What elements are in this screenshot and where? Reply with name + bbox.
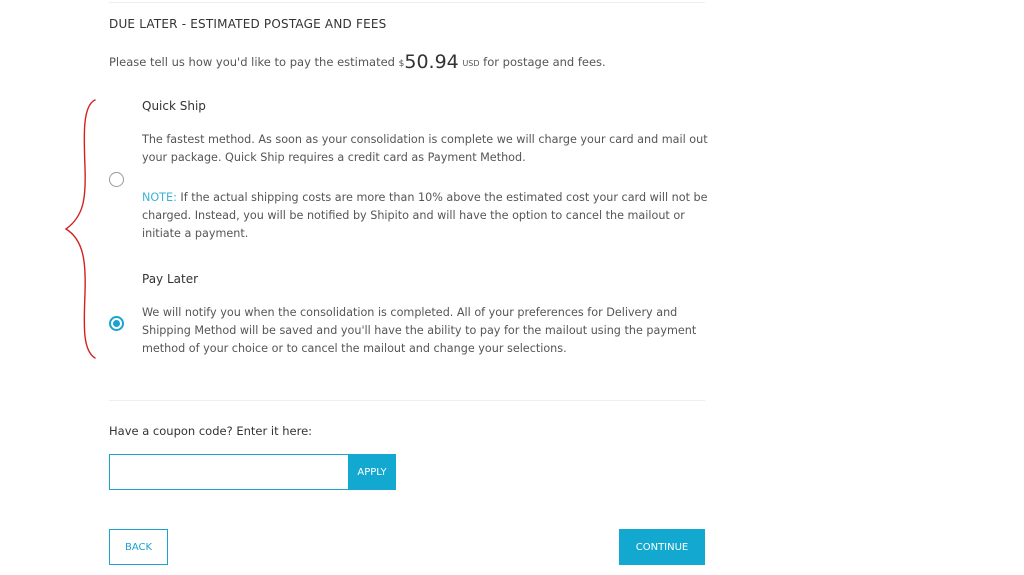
apply-coupon-button[interactable]: APPLY <box>348 454 396 490</box>
pay-later-description: We will notify you when the consolidatio… <box>142 306 697 355</box>
top-divider <box>109 2 705 3</box>
coupon-label: Have a coupon code? Enter it here: <box>109 424 313 438</box>
coupon-input[interactable] <box>109 454 349 490</box>
estimated-amount: 50.94 <box>404 51 459 73</box>
pay-later-title: Pay Later <box>142 272 199 286</box>
estimate-text-after: for postage and fees. <box>479 55 606 69</box>
quick-ship-description: The fastest method. As soon as your cons… <box>142 133 708 164</box>
curly-brace-annotation <box>64 99 96 359</box>
quick-ship-title: Quick Ship <box>142 99 206 113</box>
estimate-text: Please tell us how you'd like to pay the… <box>109 51 606 73</box>
continue-button[interactable]: CONTINUE <box>619 529 705 565</box>
estimate-text-before: Please tell us how you'd like to pay the… <box>109 55 399 69</box>
currency-code: USD <box>462 59 480 68</box>
pay-later-radio[interactable] <box>109 316 124 331</box>
back-button[interactable]: BACK <box>109 529 168 565</box>
section-divider <box>109 400 705 401</box>
note-text: If the actual shipping costs are more th… <box>142 191 708 240</box>
section-title: DUE LATER - ESTIMATED POSTAGE AND FEES <box>109 17 387 31</box>
note-label: NOTE: <box>142 191 177 204</box>
quick-ship-note: NOTE: If the actual shipping costs are m… <box>142 189 712 243</box>
quick-ship-radio[interactable] <box>109 172 124 187</box>
